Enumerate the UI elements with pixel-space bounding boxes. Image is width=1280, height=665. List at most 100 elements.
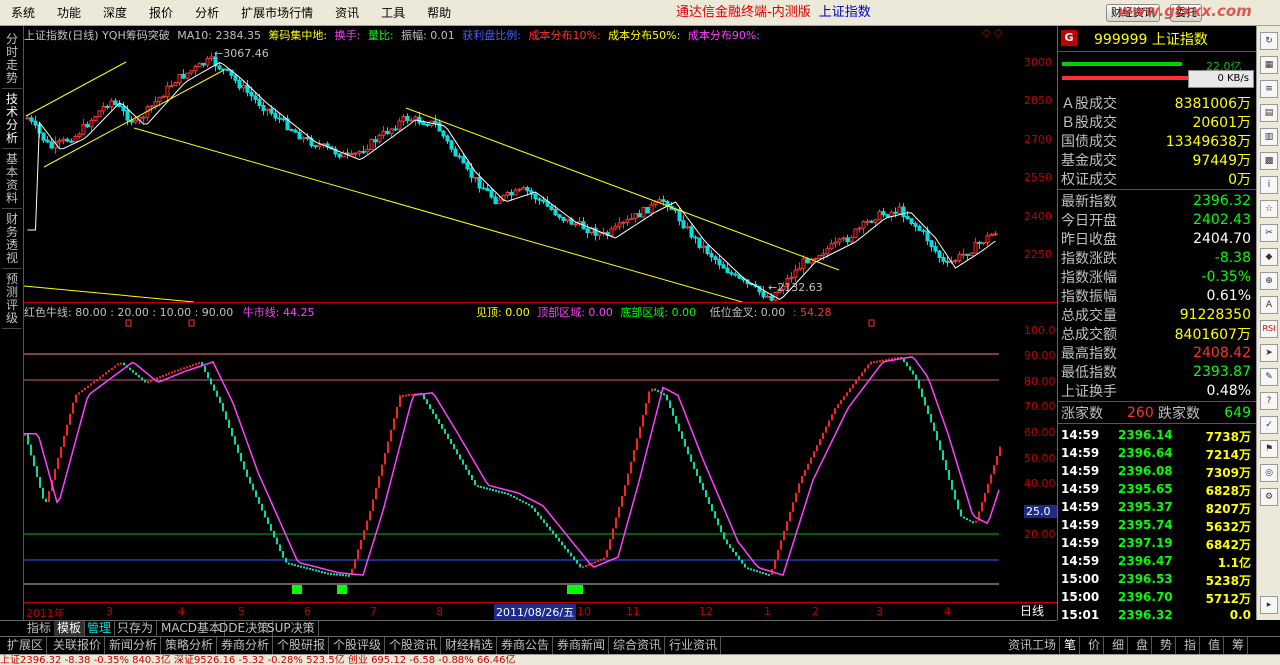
osc-bar	[909, 366, 911, 371]
menu-function[interactable]: 功能	[46, 0, 92, 26]
tab-macd[interactable]: MACD基本	[158, 621, 225, 637]
menu-system[interactable]: 系统	[0, 0, 46, 26]
tab-stock-news[interactable]: 个股资讯	[386, 637, 442, 655]
bell-icon[interactable]: ◎	[1260, 464, 1278, 482]
tab-forecast-rating[interactable]: 预测评级	[2, 270, 22, 329]
tab-disk[interactable]: 盘	[1133, 637, 1153, 655]
tab-chips[interactable]: 筹	[1229, 637, 1249, 655]
grid-icon[interactable]: ▦	[1260, 56, 1278, 74]
tab-pen[interactable]: 笔	[1061, 637, 1081, 655]
list-icon[interactable]: ≡	[1260, 80, 1278, 98]
menu-depth[interactable]: 深度	[92, 0, 138, 26]
tab-intraday[interactable]: 分时走势	[2, 30, 22, 89]
tab-related-quotes[interactable]: 关联报价	[50, 637, 106, 655]
link-icon[interactable]: ⊕	[1260, 272, 1278, 290]
tab-save-as[interactable]: 只存为	[114, 621, 158, 637]
tab-financial-view[interactable]: 财务透视	[2, 210, 22, 269]
menu-extended-market[interactable]: 扩展市场行情	[230, 0, 324, 26]
panel-controls-icon[interactable]: ◇ ◇	[982, 26, 1002, 39]
refresh-icon[interactable]: ↻	[1260, 32, 1278, 50]
bar-chart-icon[interactable]: ▥	[1260, 128, 1278, 146]
tick-price: 2395.37	[1118, 500, 1173, 514]
menu-analysis[interactable]: 分析	[184, 0, 230, 26]
chart-icon[interactable]: ▤	[1260, 104, 1278, 122]
tab-stock-rating[interactable]: 个股评级	[330, 637, 386, 655]
osc-bar	[906, 362, 908, 367]
quote-label: 指数振幅	[1061, 288, 1117, 305]
tab-stock-reports[interactable]: 个股研报	[274, 637, 330, 655]
scroll-icon[interactable]: ▸	[1260, 596, 1278, 614]
candle-body	[853, 228, 858, 238]
tab-general-news[interactable]: 综合资讯	[610, 637, 666, 655]
oscillator-chart[interactable]	[24, 318, 1022, 602]
osc-bar	[915, 374, 917, 381]
price-tick: 2400	[1024, 210, 1052, 223]
scissors-icon[interactable]: ✂	[1260, 224, 1278, 242]
candle-body	[425, 124, 430, 127]
tab-value[interactable]: 值	[1205, 637, 1225, 655]
down-count: 649	[1224, 404, 1251, 421]
date-tick: 2	[812, 605, 819, 618]
tab-news-factory[interactable]: 资讯工场	[1005, 637, 1061, 655]
tab-trend[interactable]: 势	[1157, 637, 1177, 655]
osc-bar	[237, 444, 239, 453]
tab-basic-info[interactable]: 基本资料	[2, 150, 22, 209]
candle-body	[801, 258, 806, 269]
menu-news[interactable]: 资讯	[324, 0, 370, 26]
star-icon[interactable]: ☆	[1260, 200, 1278, 218]
osc-bar	[48, 491, 50, 503]
tab-template[interactable]: 模板	[54, 621, 86, 637]
stat-label: Ｂ股成交	[1061, 114, 1117, 131]
tab-strategy[interactable]: 策略分析	[162, 637, 218, 655]
text-icon[interactable]: A	[1260, 296, 1278, 314]
tab-price[interactable]: 价	[1085, 637, 1105, 655]
oscillator-bars	[24, 357, 1001, 577]
candle-body	[637, 213, 642, 218]
osc-bar	[297, 564, 299, 567]
osc-bar	[54, 468, 56, 480]
tab-finance-picks[interactable]: 财经精选	[442, 637, 498, 655]
tab-extension[interactable]: 扩展区	[4, 637, 48, 655]
tab-sup[interactable]: SUP决策	[264, 621, 319, 637]
tick-time: 14:59	[1061, 428, 1100, 442]
tick-row: 14:59 2396.47 1.1亿	[1058, 552, 1257, 570]
info-icon[interactable]: i	[1260, 176, 1278, 194]
menu-help[interactable]: 帮助	[416, 0, 462, 26]
tab-index[interactable]: 指	[1181, 637, 1201, 655]
candle-body	[821, 253, 826, 256]
tab-industry-news[interactable]: 行业资讯	[666, 637, 722, 655]
candlestick-chart[interactable]	[24, 40, 1022, 302]
osc-bar	[387, 441, 389, 454]
help-icon[interactable]: ?	[1260, 392, 1278, 410]
osc-bar	[30, 444, 32, 456]
tab-broker-analysis[interactable]: 券商分析	[218, 637, 274, 655]
osc-bar	[627, 473, 629, 486]
tab-detail[interactable]: 细	[1109, 637, 1129, 655]
tab-manage[interactable]: 管理	[84, 621, 116, 637]
candle-body	[197, 62, 202, 67]
tab-indicator[interactable]: 指标	[24, 621, 56, 637]
tab-technical-analysis[interactable]: 技术分析	[2, 90, 22, 149]
arrow-icon[interactable]: ➤	[1260, 344, 1278, 362]
menu-quote[interactable]: 报价	[138, 0, 184, 26]
tab-broker-notices[interactable]: 券商公告	[498, 637, 554, 655]
g-logo-icon: G	[1061, 30, 1077, 46]
table-icon[interactable]: ▩	[1260, 152, 1278, 170]
period-label[interactable]: 日线	[1020, 602, 1044, 619]
settings-icon[interactable]: ⚙	[1260, 488, 1278, 506]
tab-broker-news[interactable]: 券商新闻	[554, 637, 610, 655]
candle-body	[205, 58, 210, 66]
tick-price: 2396.32	[1118, 608, 1173, 622]
osc-bar	[354, 559, 356, 569]
candle-body	[169, 85, 174, 88]
flag-icon[interactable]: ⚑	[1260, 440, 1278, 458]
menu-tools[interactable]: 工具	[370, 0, 416, 26]
rss-icon[interactable]: RSI	[1260, 320, 1278, 338]
osc-bar	[831, 414, 833, 421]
osc-bar	[735, 552, 737, 556]
tools-icon[interactable]: ✎	[1260, 368, 1278, 386]
diamond-icon[interactable]: ◆	[1260, 248, 1278, 266]
candle-body	[621, 221, 626, 224]
tab-news-analysis[interactable]: 新闻分析	[106, 637, 162, 655]
check-icon[interactable]: ✓	[1260, 416, 1278, 434]
